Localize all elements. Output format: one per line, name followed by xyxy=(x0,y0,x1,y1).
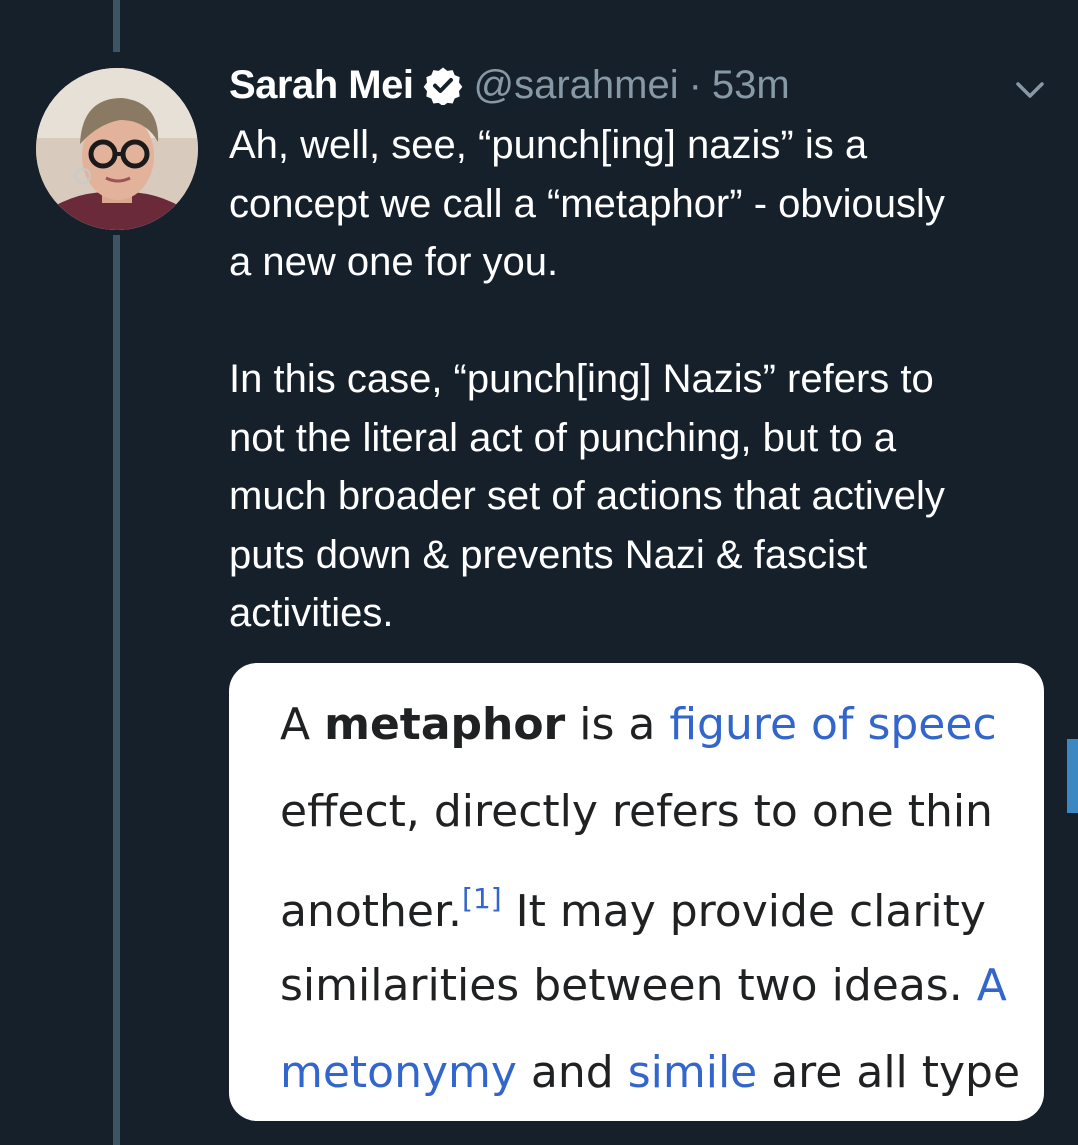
tweet-text: Ah, well, see, “punch[ing] nazis” is a c… xyxy=(229,116,1059,643)
tweet-paragraph: In this case, “punch[ing] Nazis” refers … xyxy=(229,357,945,635)
scroll-indicator[interactable] xyxy=(1067,739,1078,813)
excerpt-line: similarities between two ideas. A xyxy=(280,942,1044,1029)
separator-dot: · xyxy=(688,62,702,107)
avatar-photo xyxy=(36,68,198,230)
excerpt-term: metaphor xyxy=(324,699,566,750)
excerpt-reference: [1] xyxy=(462,882,502,915)
tweet-header: Sarah Mei @sarahmei · 53m xyxy=(229,58,790,112)
excerpt-text: effect, directly refers to one thin xyxy=(280,786,993,837)
excerpt-line: effect, directly refers to one thin xyxy=(280,768,1044,855)
excerpt-link: A xyxy=(976,960,1007,1011)
excerpt-link: simile xyxy=(627,1047,758,1098)
excerpt-text: It may provide clarity xyxy=(501,886,986,937)
thread-line-top xyxy=(113,0,120,52)
chevron-down-icon[interactable] xyxy=(1010,74,1050,106)
wikipedia-excerpt: A metaphor is a figure of speec effect, … xyxy=(280,681,1044,1116)
excerpt-text: A xyxy=(280,699,325,750)
excerpt-line: A metaphor is a figure of speec xyxy=(280,681,1044,768)
excerpt-text: and xyxy=(516,1047,628,1098)
display-name[interactable]: Sarah Mei xyxy=(229,63,414,108)
thread-line-bottom xyxy=(113,235,120,1145)
tweet-paragraph: Ah, well, see, “punch[ing] nazis” is a c… xyxy=(229,123,945,284)
excerpt-text: are all type xyxy=(757,1047,1021,1098)
excerpt-link: metonymy xyxy=(280,1047,517,1098)
excerpt-line: another.[1] It may provide clarity xyxy=(280,855,1044,942)
tweet-media-image[interactable]: A metaphor is a figure of speec effect, … xyxy=(229,663,1044,1121)
timestamp[interactable]: 53m xyxy=(712,63,790,108)
excerpt-text: another. xyxy=(280,886,463,937)
avatar[interactable] xyxy=(36,68,198,230)
excerpt-line: metonymy and simile are all type xyxy=(280,1029,1044,1116)
excerpt-link: figure of speec xyxy=(669,699,997,750)
user-handle[interactable]: @sarahmei xyxy=(473,63,678,108)
excerpt-text: similarities between two ideas. xyxy=(280,960,977,1011)
excerpt-text: is a xyxy=(565,699,670,750)
verified-badge-icon xyxy=(424,67,463,105)
